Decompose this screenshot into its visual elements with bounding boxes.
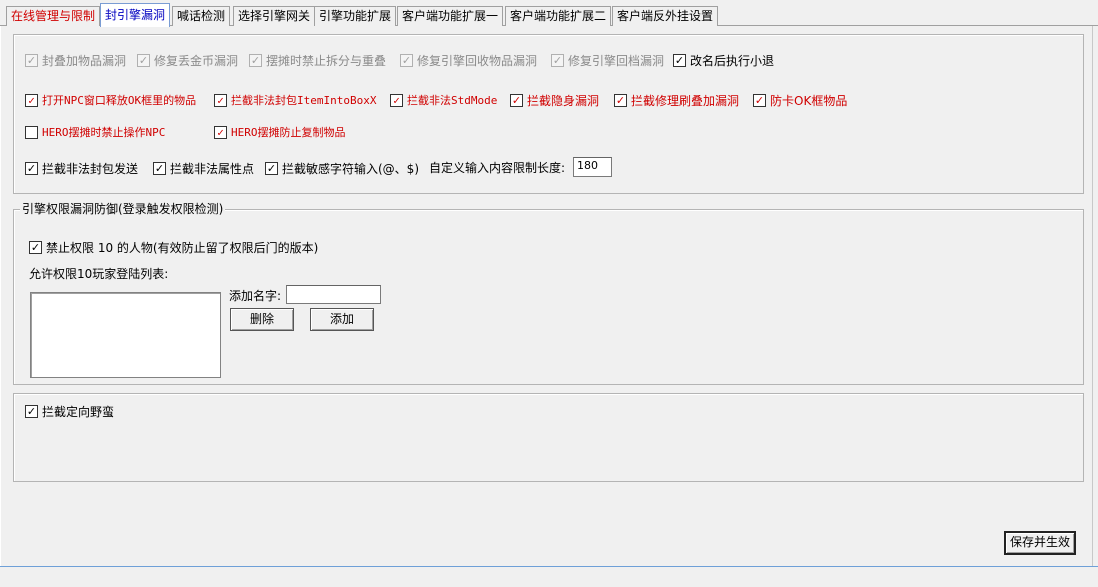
add-name-input[interactable] xyxy=(286,285,381,304)
tab-select-gateway[interactable]: 选择引擎网关 xyxy=(233,6,316,26)
checkbox-check-icon[interactable]: ✓ xyxy=(25,53,38,67)
checkbox-check-icon[interactable]: ✓ xyxy=(25,404,38,418)
checkbox-check-icon[interactable]: ✓ xyxy=(753,93,766,107)
option-label: HERO摆摊防止复制物品 xyxy=(231,126,346,139)
allow-list-label: 允许权限10玩家登陆列表: xyxy=(29,267,169,281)
checkbox-check-icon[interactable]: ✓ xyxy=(29,240,42,254)
checkbox-check-icon[interactable]: ✓ xyxy=(25,161,38,175)
checkbox-check-icon[interactable]: ✓ xyxy=(137,53,150,67)
option-label: 改名后执行小退 xyxy=(690,53,775,68)
save-apply-button[interactable]: 保存并生效 xyxy=(1004,531,1076,555)
tab-label: 封引擎漏洞 xyxy=(105,8,166,22)
option-block-itemintoboxx[interactable]: ✓ 拦截非法封包ItemIntoBoxX xyxy=(214,92,376,108)
tab-engine-extensions[interactable]: 引擎功能扩展 xyxy=(314,6,397,26)
tab-label: 在线管理与限制 xyxy=(11,9,96,23)
option-npc-release-ok-items[interactable]: ✓ 打开NPC窗口释放OK框里的物品 xyxy=(25,92,196,108)
add-name-label: 添加名字: xyxy=(229,289,282,303)
option-label: 拦截非法StdMode xyxy=(407,94,498,107)
checkbox-check-icon[interactable]: ✓ xyxy=(214,93,227,107)
tab-client-extensions-2[interactable]: 客户端功能扩展二 xyxy=(505,6,612,26)
option-label: 防卡OK框物品 xyxy=(770,93,848,108)
option-gold-drop-exploit[interactable]: ✓ 修复丢金币漏洞 xyxy=(137,52,238,68)
option-hero-stall-npc[interactable]: HERO摆摊时禁止操作NPC xyxy=(25,124,165,140)
checkbox-check-icon[interactable]: ✓ xyxy=(551,53,564,67)
option-stacked-items-exploit[interactable]: ✓ 封叠加物品漏洞 xyxy=(25,52,126,68)
option-label: 拦截定向野蛮 xyxy=(42,404,115,419)
option-label: 摆摊时禁止拆分与重叠 xyxy=(266,53,387,68)
option-recycle-item-exploit[interactable]: ✓ 修复引擎回收物品漏洞 xyxy=(400,52,537,68)
option-block-directed-charge[interactable]: ✓ 拦截定向野蛮 xyxy=(25,403,114,419)
option-label: 拦截隐身漏洞 xyxy=(527,93,600,108)
checkbox-check-icon[interactable]: ✓ xyxy=(510,93,523,107)
checkbox-check-icon[interactable]: ✓ xyxy=(673,53,686,67)
checkbox-check-icon[interactable]: ✓ xyxy=(614,93,627,107)
checkbox-check-icon[interactable]: ✓ xyxy=(265,161,278,175)
option-rollback-exploit[interactable]: ✓ 修复引擎回档漏洞 xyxy=(551,52,664,68)
tab-client-extensions-1[interactable]: 客户端功能扩展一 xyxy=(397,6,504,26)
option-ok-box-freeze[interactable]: ✓ 防卡OK框物品 xyxy=(753,92,847,108)
option-forbid-level-10[interactable]: ✓ 禁止权限 10 的人物(有效防止留了权限后门的版本) xyxy=(29,239,318,255)
option-label: 封叠加物品漏洞 xyxy=(42,53,127,68)
tab-chat-detection[interactable]: 喊话检测 xyxy=(172,6,231,26)
option-block-sensitive-chars[interactable]: ✓ 拦截敏感字符输入(@、$) xyxy=(265,160,419,176)
custom-length-value: 180 xyxy=(577,159,598,172)
exploit-options-group: ✓ 封叠加物品漏洞 ✓ 修复丢金币漏洞 ✓ 摆摊时禁止拆分与重叠 ✓ 修复引擎回收物品漏… xyxy=(13,34,1084,194)
status-bar xyxy=(0,566,1098,587)
wild-charge-group: ✓ 拦截定向野蛮 xyxy=(13,393,1084,482)
checkbox-check-icon[interactable]: ✓ xyxy=(249,53,262,67)
tab-engine-exploits[interactable]: 封引擎漏洞 xyxy=(100,3,171,27)
checkbox-empty[interactable] xyxy=(25,125,38,139)
tab-label: 客户端功能扩展二 xyxy=(510,9,607,23)
option-block-repair-stack[interactable]: ✓ 拦截修理刷叠加漏洞 xyxy=(614,92,739,108)
tab-client-anticheat[interactable]: 客户端反外挂设置 xyxy=(612,6,719,26)
option-rename-logout[interactable]: ✓ 改名后执行小退 xyxy=(673,52,774,68)
tab-label: 客户端功能扩展一 xyxy=(402,9,499,23)
option-hero-stall-dupe[interactable]: ✓ HERO摆摊防止复制物品 xyxy=(214,124,346,140)
checkbox-check-icon[interactable]: ✓ xyxy=(214,125,227,139)
option-label: 拦截非法封包ItemIntoBoxX xyxy=(231,94,377,107)
checkbox-check-icon[interactable]: ✓ xyxy=(390,93,403,107)
permission-defense-group: 引擎权限漏洞防御(登录触发权限检测) ✓ 禁止权限 10 的人物(有效防止留了权限… xyxy=(13,202,1084,385)
custom-length-input[interactable]: 180 xyxy=(573,157,612,177)
allowed-players-list[interactable] xyxy=(30,292,221,378)
tab-label: 选择引擎网关 xyxy=(238,9,311,23)
option-label: 修复丢金币漏洞 xyxy=(154,53,239,68)
checkbox-check-icon[interactable]: ✓ xyxy=(153,161,166,175)
tab-label: 引擎功能扩展 xyxy=(319,9,392,23)
option-label: 拦截修理刷叠加漏洞 xyxy=(631,93,740,108)
tab-label: 喊话检测 xyxy=(177,9,226,23)
option-stall-split-stack[interactable]: ✓ 摆摊时禁止拆分与重叠 xyxy=(249,52,386,68)
checkbox-check-icon[interactable]: ✓ xyxy=(25,93,38,107)
option-label: 拦截敏感字符输入(@、$) xyxy=(282,161,419,176)
custom-length-label: 自定义输入内容限制长度: xyxy=(429,161,566,175)
checkbox-check-icon[interactable]: ✓ xyxy=(400,53,413,67)
permission-group-title: 引擎权限漏洞防御(登录触发权限检测) xyxy=(20,202,226,216)
option-block-invisible[interactable]: ✓ 拦截隐身漏洞 xyxy=(510,92,599,108)
delete-button[interactable]: 删除 xyxy=(230,308,294,331)
option-label: 禁止权限 10 的人物(有效防止留了权限后门的版本) xyxy=(46,240,319,255)
option-label: 修复引擎回收物品漏洞 xyxy=(417,53,538,68)
option-label: 拦截非法封包发送 xyxy=(42,161,139,176)
option-label: 修复引擎回档漏洞 xyxy=(568,53,665,68)
tab-label: 客户端反外挂设置 xyxy=(617,9,714,23)
option-label: 打开NPC窗口释放OK框里的物品 xyxy=(42,94,197,107)
tab-online-management[interactable]: 在线管理与限制 xyxy=(6,6,101,26)
panel-divider xyxy=(1092,26,1093,566)
option-block-illegal-attributes[interactable]: ✓ 拦截非法属性点 xyxy=(153,160,254,176)
option-block-stdmode[interactable]: ✓ 拦截非法StdMode xyxy=(390,92,497,108)
option-label: 拦截非法属性点 xyxy=(170,161,255,176)
option-block-illegal-packets[interactable]: ✓ 拦截非法封包发送 xyxy=(25,160,138,176)
tab-strip: 在线管理与限制 封引擎漏洞 喊话检测 选择引擎网关 引擎功能扩展 客户端功能扩展… xyxy=(0,0,1098,27)
option-label: HERO摆摊时禁止操作NPC xyxy=(42,126,166,139)
add-button[interactable]: 添加 xyxy=(310,308,374,331)
